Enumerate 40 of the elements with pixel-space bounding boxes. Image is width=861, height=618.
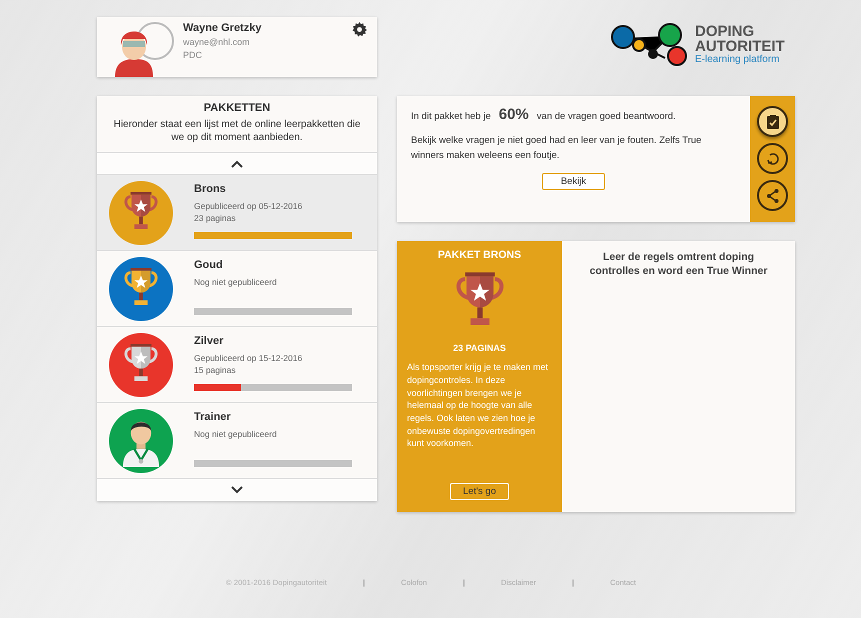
package-pages: 23 paginas xyxy=(194,212,237,224)
panel-title: PAKKETTEN xyxy=(202,102,272,114)
user-email: wayne@nhl.com xyxy=(183,37,251,47)
logo-title: DOPING AUTORITEIT xyxy=(695,24,786,54)
result-text: In dit pakket heb je xyxy=(411,111,491,122)
clipboard-check-icon xyxy=(764,114,780,130)
package-name: Zilver xyxy=(194,334,224,346)
package-item[interactable]: Trainer Nog niet gepubliceerd xyxy=(97,403,377,479)
logo-subtitle: E-learning platform xyxy=(695,54,780,64)
share-icon xyxy=(764,188,780,204)
package-name: Brons xyxy=(194,182,227,194)
score-value: 60% xyxy=(498,106,529,123)
package-pages: 15 paginas xyxy=(194,364,237,376)
refresh-icon xyxy=(764,150,780,166)
result-text: van de vragen goed beantwoord. xyxy=(536,111,676,122)
package-status: Nog niet gepubliceerd xyxy=(194,276,278,288)
package-tagline: Leer de regels omtrent doping controlles en word een True Winner xyxy=(590,251,768,277)
package-status: Gepubliceerd op 15-12-2016 xyxy=(194,352,304,364)
action-button[interactable] xyxy=(757,143,788,174)
package-description: Als topsporter krijg je te maken met dopingcontroles. In deze voorlichtingen brengen we je helemaal op de hoogte van alle regels. Ook laten we zien hoe je onbewuste dopingovertredingen kunt voorkomen. xyxy=(407,361,550,450)
settings-icon[interactable] xyxy=(352,22,367,37)
user-role: PDC xyxy=(183,50,204,60)
package-item[interactable]: Brons Gepubliceerd op 05-12-2016 23 paginas xyxy=(97,175,377,251)
view-button[interactable]: Bekijk xyxy=(542,173,606,190)
package-title: PAKKET BRONS xyxy=(438,249,522,261)
package-status: Gepubliceerd op 05-12-2016 xyxy=(194,200,304,212)
package-item[interactable]: Goud Nog niet gepubliceerd xyxy=(97,251,377,327)
package-status: Nog niet gepubliceerd xyxy=(194,428,278,440)
package-name: Trainer xyxy=(194,410,232,422)
advice-text: Bekijk welke vragen je niet goed had en leer van je fouten. Zelfs True winners maken weleens een foutje. xyxy=(411,134,702,163)
package-item[interactable]: Zilver Gepubliceerd op 15-12-2016 15 paginas xyxy=(97,327,377,403)
action-button[interactable] xyxy=(757,180,788,211)
chevron-up-icon xyxy=(231,160,243,168)
panel-description: Hieronder staat een lijst met de online leerpakketten die we op dit moment aanbieden. xyxy=(112,118,362,144)
user-name: Wayne Gretzky xyxy=(183,22,262,34)
package-name: Goud xyxy=(194,258,224,270)
page-count: 23 PAGINAS xyxy=(453,343,506,354)
action-button[interactable] xyxy=(757,106,788,137)
start-button[interactable]: Let's go xyxy=(450,483,509,500)
chevron-down-icon xyxy=(231,486,243,494)
